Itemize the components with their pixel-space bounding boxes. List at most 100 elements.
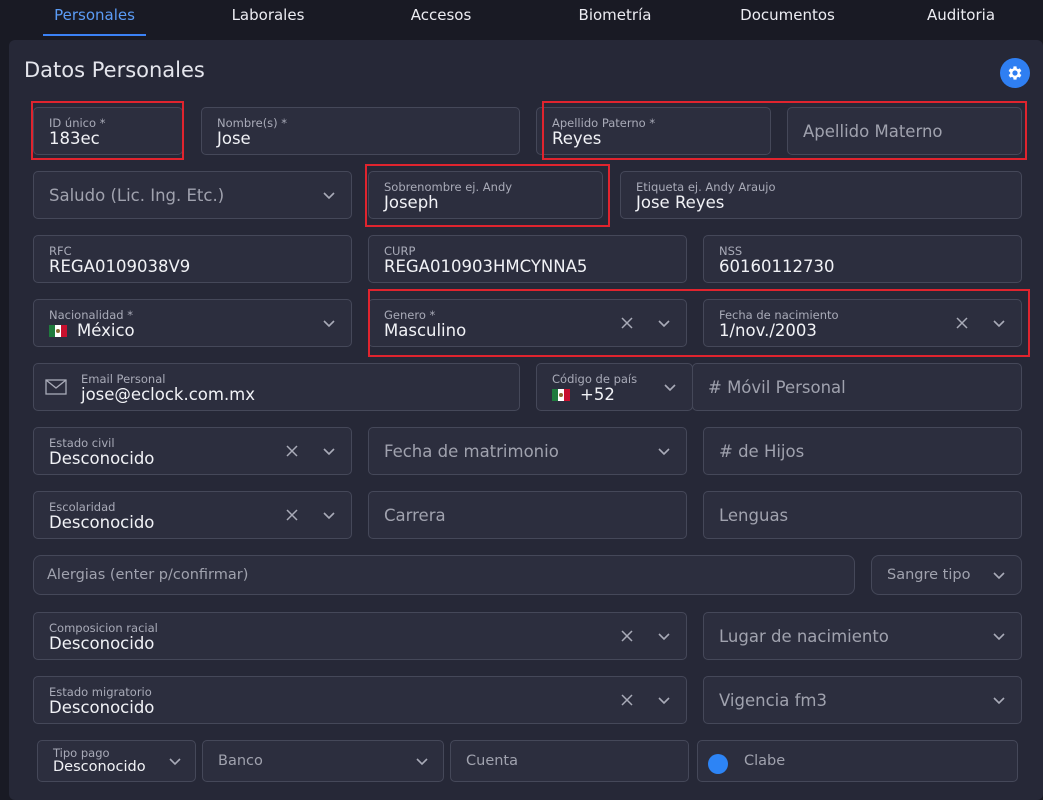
sangre-tipo-select[interactable]: Sangre tipo xyxy=(871,555,1022,595)
field-label: Apellido Paterno * xyxy=(552,116,656,130)
escolaridad-select[interactable]: Escolaridad Desconocido xyxy=(33,491,352,539)
apellido-materno-field[interactable]: Apellido Materno xyxy=(787,107,1022,155)
close-icon[interactable] xyxy=(619,692,635,708)
active-tab-indicator xyxy=(43,34,146,36)
saludo-select[interactable]: Saludo (Lic. Ing. Etc.) xyxy=(33,171,352,219)
field-placeholder: Banco xyxy=(218,753,263,769)
chevron-down-icon[interactable] xyxy=(663,380,677,394)
chevron-down-icon[interactable] xyxy=(168,754,182,768)
field-label: Sobrenombre ej. Andy xyxy=(384,180,513,194)
nss-field[interactable]: NSS 60160112730 xyxy=(703,235,1022,283)
chevron-down-icon[interactable] xyxy=(322,444,336,458)
composicion-racial-select[interactable]: Composicion racial Desconocido xyxy=(33,612,687,660)
chevron-down-icon[interactable] xyxy=(992,693,1006,707)
chevron-down-icon[interactable] xyxy=(322,508,336,522)
field-placeholder: # Móvil Personal xyxy=(708,377,846,397)
field-placeholder: Cuenta xyxy=(466,753,518,769)
tab-personales[interactable]: Personales xyxy=(43,0,146,38)
close-icon[interactable] xyxy=(284,443,300,459)
field-label: Composicion racial xyxy=(49,621,158,635)
apellido-paterno-field[interactable]: Apellido Paterno * Reyes xyxy=(536,107,771,155)
chevron-down-icon[interactable] xyxy=(415,754,429,768)
email-field[interactable]: Email Personal jose@eclock.com.mx xyxy=(33,363,520,411)
clabe-field[interactable]: Clabe xyxy=(697,740,1018,782)
field-label: NSS xyxy=(719,244,743,258)
field-label: Tipo pago xyxy=(53,746,110,760)
fecha-nacimiento-field[interactable]: Fecha de nacimiento 1/nov./2003 xyxy=(703,299,1022,347)
tipo-pago-select[interactable]: Tipo pago Desconocido xyxy=(37,740,196,782)
field-placeholder: Apellido Materno xyxy=(803,121,943,141)
hijos-field[interactable]: # de Hijos xyxy=(703,427,1022,475)
vigencia-fm3-select[interactable]: Vigencia fm3 xyxy=(703,676,1022,724)
clabe-indicator-icon xyxy=(708,754,728,774)
chevron-down-icon[interactable] xyxy=(322,316,336,330)
field-label: Genero * xyxy=(384,308,436,322)
field-value: Desconocido xyxy=(49,698,155,717)
chevron-down-icon[interactable] xyxy=(657,444,671,458)
field-placeholder: Alergias (enter p/confirmar) xyxy=(47,567,249,583)
chevron-down-icon[interactable] xyxy=(992,316,1006,330)
id-unico-field[interactable]: ID único * 183ec xyxy=(33,107,183,155)
field-label: ID único * xyxy=(49,116,106,130)
section-title: Datos Personales xyxy=(24,58,205,82)
movil-field[interactable]: # Móvil Personal xyxy=(692,363,1022,411)
field-label: Escolaridad xyxy=(49,500,116,514)
field-label: Nacionalidad * xyxy=(49,308,133,322)
cuenta-field[interactable]: Cuenta xyxy=(450,740,689,782)
tab-biometria[interactable]: Biometría xyxy=(565,0,665,38)
close-icon[interactable] xyxy=(954,315,970,331)
chevron-down-icon[interactable] xyxy=(657,316,671,330)
field-value: Joseph xyxy=(384,193,439,212)
tab-bar: Personales Laborales Accesos Biometría D… xyxy=(0,0,1043,38)
field-placeholder: Fecha de matrimonio xyxy=(384,441,559,461)
field-value: Desconocido xyxy=(53,759,146,775)
field-value: Jose xyxy=(217,129,251,148)
tab-auditoria[interactable]: Auditoria xyxy=(915,0,1007,38)
tab-accesos[interactable]: Accesos xyxy=(395,0,487,38)
close-icon[interactable] xyxy=(619,315,635,331)
close-icon[interactable] xyxy=(619,628,635,644)
field-placeholder: Saludo (Lic. Ing. Etc.) xyxy=(49,185,225,205)
field-value: 1/nov./2003 xyxy=(719,321,817,340)
field-label: Código de país xyxy=(552,372,638,386)
lugar-nacimiento-select[interactable]: Lugar de nacimiento xyxy=(703,612,1022,660)
field-label: Nombre(s) * xyxy=(217,116,288,130)
settings-button[interactable] xyxy=(1000,58,1030,88)
alergias-field[interactable]: Alergias (enter p/confirmar) xyxy=(33,555,855,595)
field-placeholder: Clabe xyxy=(744,753,786,769)
genero-select[interactable]: Genero * Masculino xyxy=(368,299,687,347)
curp-field[interactable]: CURP REGA010903HMCYNNA5 xyxy=(368,235,687,283)
tab-laborales[interactable]: Laborales xyxy=(218,0,318,38)
codigo-pais-select[interactable]: Código de país +52 xyxy=(536,363,693,411)
rfc-field[interactable]: RFC REGA0109038V9 xyxy=(33,235,352,283)
field-placeholder: Lenguas xyxy=(719,505,789,525)
field-label: Estado civil xyxy=(49,436,115,450)
field-label: Etiqueta ej. Andy Araujo xyxy=(636,180,776,194)
field-value-wrap: +52 xyxy=(552,385,615,404)
chevron-down-icon[interactable] xyxy=(322,188,336,202)
estado-civil-select[interactable]: Estado civil Desconocido xyxy=(33,427,352,475)
field-label: Fecha de nacimiento xyxy=(719,308,839,322)
chevron-down-icon[interactable] xyxy=(992,568,1006,582)
field-value: Masculino xyxy=(384,321,467,340)
chevron-down-icon[interactable] xyxy=(657,693,671,707)
banco-select[interactable]: Banco xyxy=(202,740,444,782)
close-icon[interactable] xyxy=(284,507,300,523)
estado-migratorio-select[interactable]: Estado migratorio Desconocido xyxy=(33,676,687,724)
chevron-down-icon[interactable] xyxy=(657,629,671,643)
lenguas-field[interactable]: Lenguas xyxy=(703,491,1022,539)
etiqueta-field[interactable]: Etiqueta ej. Andy Araujo Jose Reyes xyxy=(620,171,1022,219)
field-value: +52 xyxy=(580,385,615,404)
field-value: REGA010903HMCYNNA5 xyxy=(384,257,588,276)
carrera-field[interactable]: Carrera xyxy=(368,491,687,539)
nacionalidad-select[interactable]: Nacionalidad * México xyxy=(33,299,352,347)
nombres-field[interactable]: Nombre(s) * Jose xyxy=(201,107,520,155)
chevron-down-icon[interactable] xyxy=(992,629,1006,643)
sobrenombre-field[interactable]: Sobrenombre ej. Andy Joseph xyxy=(368,171,603,219)
field-placeholder: Carrera xyxy=(384,505,446,525)
gear-icon xyxy=(1008,66,1022,80)
tab-documentos[interactable]: Documentos xyxy=(730,0,845,38)
field-placeholder: Lugar de nacimiento xyxy=(719,626,889,646)
field-label: CURP xyxy=(384,244,416,258)
fecha-matrimonio-field[interactable]: Fecha de matrimonio xyxy=(368,427,687,475)
